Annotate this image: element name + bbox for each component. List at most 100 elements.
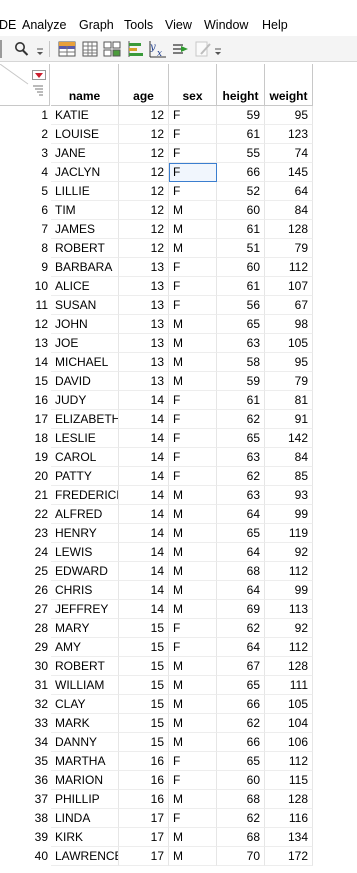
row-number[interactable]: 12	[0, 315, 48, 334]
cell-sex[interactable]: F	[169, 619, 217, 638]
cell-age[interactable]: 14	[119, 410, 169, 429]
cell-name[interactable]: FREDERICK	[51, 486, 119, 505]
bar-chart-icon[interactable]	[127, 40, 145, 58]
row-number[interactable]: 7	[0, 220, 48, 239]
cell-age[interactable]: 15	[119, 676, 169, 695]
cell-weight[interactable]: 172	[265, 847, 313, 866]
menu-item-tools[interactable]: Tools	[124, 18, 153, 32]
cell-height[interactable]: 65	[217, 676, 265, 695]
row-number[interactable]: 26	[0, 581, 48, 600]
cell-age[interactable]: 17	[119, 828, 169, 847]
cell-height[interactable]: 66	[217, 733, 265, 752]
cell-name[interactable]: MARY	[51, 619, 119, 638]
cell-height[interactable]: 64	[217, 543, 265, 562]
cell-sex[interactable]: F	[169, 448, 217, 467]
cell-height[interactable]: 69	[217, 600, 265, 619]
run-script-icon[interactable]	[171, 40, 189, 58]
cell-age[interactable]: 13	[119, 296, 169, 315]
cell-weight[interactable]: 92	[265, 543, 313, 562]
cell-age[interactable]: 16	[119, 771, 169, 790]
cell-sex[interactable]: M	[169, 486, 217, 505]
cell-height[interactable]: 67	[217, 657, 265, 676]
cell-sex[interactable]: F	[169, 391, 217, 410]
cell-sex[interactable]: M	[169, 220, 217, 239]
cell-sex[interactable]: M	[169, 505, 217, 524]
cell-name[interactable]: LINDA	[51, 809, 119, 828]
cell-height[interactable]: 52	[217, 182, 265, 201]
dropdown-icon[interactable]	[35, 40, 45, 58]
row-number[interactable]: 33	[0, 714, 48, 733]
column-header-weight[interactable]: weight	[265, 64, 313, 106]
cell-sex[interactable]: M	[169, 372, 217, 391]
cell-weight[interactable]: 142	[265, 429, 313, 448]
cell-height[interactable]: 62	[217, 809, 265, 828]
cell-sex[interactable]: M	[169, 581, 217, 600]
row-number[interactable]: 29	[0, 638, 48, 657]
cell-height[interactable]: 66	[217, 163, 265, 182]
cell-name[interactable]: JOE	[51, 334, 119, 353]
cell-age[interactable]: 13	[119, 315, 169, 334]
column-header-name[interactable]: name	[51, 64, 119, 106]
cell-age[interactable]: 14	[119, 543, 169, 562]
cell-sex[interactable]: F	[169, 752, 217, 771]
cell-age[interactable]: 14	[119, 524, 169, 543]
search-icon[interactable]	[14, 40, 30, 58]
cell-height[interactable]: 60	[217, 771, 265, 790]
cell-sex[interactable]: F	[169, 182, 217, 201]
cell-height[interactable]: 63	[217, 334, 265, 353]
row-number[interactable]: 36	[0, 771, 48, 790]
cell-name[interactable]: AMY	[51, 638, 119, 657]
column-header-height[interactable]: height	[217, 64, 265, 106]
cell-age[interactable]: 14	[119, 448, 169, 467]
row-number[interactable]: 1	[0, 106, 48, 125]
cell-age[interactable]: 14	[119, 486, 169, 505]
cell-age[interactable]: 17	[119, 809, 169, 828]
row-number[interactable]: 40	[0, 847, 48, 866]
cell-age[interactable]: 15	[119, 695, 169, 714]
cell-name[interactable]: TIM	[51, 201, 119, 220]
cell-name[interactable]: BARBARA	[51, 258, 119, 277]
cell-sex[interactable]: M	[169, 315, 217, 334]
cell-name[interactable]: LESLIE	[51, 429, 119, 448]
row-number[interactable]: 31	[0, 676, 48, 695]
row-number[interactable]: 37	[0, 790, 48, 809]
cell-height[interactable]: 64	[217, 505, 265, 524]
cell-sex[interactable]: M	[169, 828, 217, 847]
cell-weight[interactable]: 85	[265, 467, 313, 486]
menu-item-de[interactable]: DE	[0, 18, 16, 32]
cell-sex[interactable]: F	[169, 429, 217, 448]
row-number[interactable]: 10	[0, 277, 48, 296]
cell-sex[interactable]: M	[169, 676, 217, 695]
cell-weight[interactable]: 93	[265, 486, 313, 505]
cell-age[interactable]: 13	[119, 258, 169, 277]
cell-name[interactable]: MICHAEL	[51, 353, 119, 372]
row-number[interactable]: 35	[0, 752, 48, 771]
table-corner[interactable]	[0, 64, 50, 106]
menu-item-view[interactable]: View	[165, 18, 192, 32]
cell-sex[interactable]: M	[169, 733, 217, 752]
cell-name[interactable]: MARION	[51, 771, 119, 790]
red-triangle-menu-icon[interactable]	[32, 69, 46, 80]
cell-height[interactable]: 65	[217, 524, 265, 543]
cell-age[interactable]: 15	[119, 638, 169, 657]
cell-sex[interactable]: M	[169, 543, 217, 562]
row-number[interactable]: 6	[0, 201, 48, 220]
cell-name[interactable]: CAROL	[51, 448, 119, 467]
cell-weight[interactable]: 134	[265, 828, 313, 847]
cell-weight[interactable]: 79	[265, 372, 313, 391]
menu-item-analyze[interactable]: Analyze	[22, 18, 66, 32]
cell-name[interactable]: ELIZABETH	[51, 410, 119, 429]
cell-weight[interactable]: 95	[265, 106, 313, 125]
cell-name[interactable]: LILLIE	[51, 182, 119, 201]
row-number[interactable]: 2	[0, 125, 48, 144]
cell-weight[interactable]: 74	[265, 144, 313, 163]
row-number[interactable]: 18	[0, 429, 48, 448]
cell-age[interactable]: 14	[119, 467, 169, 486]
cell-height[interactable]: 60	[217, 258, 265, 277]
cell-height[interactable]: 61	[217, 125, 265, 144]
cell-name[interactable]: JACLYN	[51, 163, 119, 182]
cell-age[interactable]: 16	[119, 790, 169, 809]
row-number[interactable]: 38	[0, 809, 48, 828]
cell-sex[interactable]: F	[169, 771, 217, 790]
cell-weight[interactable]: 91	[265, 410, 313, 429]
